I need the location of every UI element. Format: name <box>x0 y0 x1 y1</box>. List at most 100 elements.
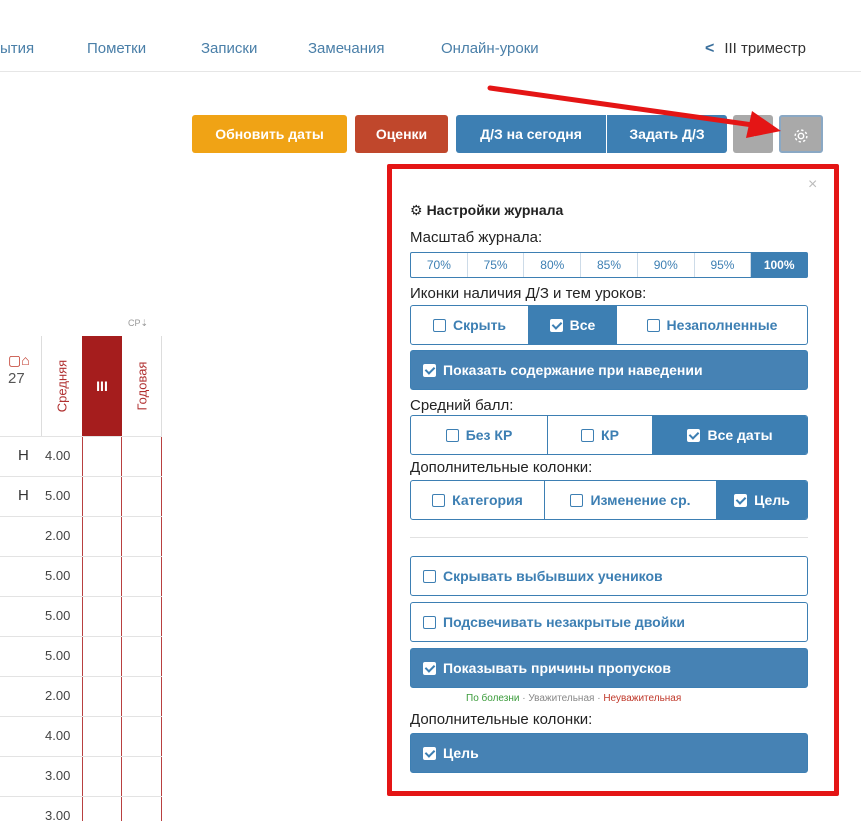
column-term-label: III <box>96 378 108 394</box>
extra-columns-label: Дополнительные колонки: <box>410 459 593 476</box>
scale-label: Масштаб журнала: <box>410 229 543 246</box>
avg-option-no-kr[interactable]: Без КР <box>411 416 548 454</box>
icons-selector: Скрыть Все Незаполненные <box>410 305 808 345</box>
goal-toggle[interactable]: Цель <box>410 733 808 773</box>
assign-hw-button[interactable]: Задать Д/З <box>607 115 727 153</box>
scale-option[interactable]: 85% <box>581 253 638 277</box>
scale-selector: 70% 75% 80% 85% 90% 95% 100% <box>410 252 808 278</box>
tab-online-lessons[interactable]: Онлайн-уроки <box>441 40 539 57</box>
table-row: 5.00 <box>0 596 162 636</box>
hw-today-button[interactable]: Д/З на сегодня <box>456 115 606 153</box>
scale-option[interactable]: 70% <box>411 253 468 277</box>
average-value: 4.00 <box>45 448 71 463</box>
tab-messages[interactable]: Записки <box>201 40 257 57</box>
table-row: 4.00 <box>0 716 162 756</box>
gear-icon <box>794 129 808 143</box>
average-value: 3.00 <box>45 808 71 821</box>
goal-label: Цель <box>443 745 479 761</box>
icons-option-label: Незаполненные <box>666 317 778 333</box>
extra-option-label: Изменение ср. <box>590 492 691 508</box>
checkbox-checked-icon <box>549 318 563 332</box>
hide-left-students-toggle[interactable]: Скрывать выбывших учеников <box>410 556 808 596</box>
export-button[interactable]: ▫ <box>733 115 773 153</box>
divider <box>410 537 808 538</box>
date-header: 27 <box>8 370 25 387</box>
scale-option[interactable]: 95% <box>695 253 752 277</box>
column-year-label: Годовая <box>134 361 149 411</box>
scale-option[interactable]: 90% <box>638 253 695 277</box>
show-content-toggle[interactable]: Показать содержание при наведении <box>410 350 808 390</box>
scale-option[interactable]: 75% <box>468 253 525 277</box>
avg-option-kr[interactable]: КР <box>548 416 653 454</box>
extra-option-category[interactable]: Категория <box>411 481 545 519</box>
checkbox-checked-icon <box>734 493 748 507</box>
checkbox-checked-icon <box>687 428 701 442</box>
cp-label: СР⇣ <box>128 318 149 328</box>
highlight-twos-label: Подсвечивать незакрытые двойки <box>443 614 685 630</box>
extra-columns-selector: Категория Изменение ср. Цель <box>410 480 808 520</box>
checkbox-icon <box>432 493 446 507</box>
checkbox-icon <box>570 493 584 507</box>
checkbox-icon <box>581 428 595 442</box>
avg-option-label: Все даты <box>707 427 773 443</box>
column-term-header[interactable]: III <box>82 336 122 436</box>
table-row: 3.00 <box>0 756 162 796</box>
average-value: 5.00 <box>45 568 71 583</box>
panel-title-text: Настройки журнала <box>426 202 564 218</box>
show-reasons-toggle[interactable]: Показывать причины пропусков <box>410 648 808 688</box>
tab-remarks[interactable]: Замечания <box>308 40 385 57</box>
average-value: 5.00 <box>45 648 71 663</box>
table-row: 2.00 <box>0 516 162 556</box>
term-selector[interactable]: < III триместр <box>705 40 806 58</box>
icons-option-all[interactable]: Все <box>529 306 617 344</box>
checkbox-icon <box>423 569 436 583</box>
table-row: 2.00 <box>0 676 162 716</box>
extra-option-avg-change[interactable]: Изменение ср. <box>545 481 717 519</box>
grade-mark[interactable]: Н <box>18 447 29 464</box>
average-value: 5.00 <box>45 488 71 503</box>
table-row: 3.00 <box>0 796 162 821</box>
highlight-twos-toggle[interactable]: Подсвечивать незакрытые двойки <box>410 602 808 642</box>
show-reasons-label: Показывать причины пропусков <box>443 660 671 676</box>
scale-option[interactable]: 80% <box>524 253 582 277</box>
update-dates-button[interactable]: Обновить даты <box>192 115 347 153</box>
checkbox-icon <box>423 615 436 629</box>
avg-option-label: КР <box>601 427 619 443</box>
top-nav: ытия Пометки Записки Замечания Онлайн-ур… <box>0 0 861 72</box>
show-content-label: Показать содержание при наведении <box>443 362 703 378</box>
tab-events[interactable]: ытия <box>0 40 34 57</box>
column-average-header[interactable]: Средняя <box>41 336 82 436</box>
separator: · <box>594 693 604 704</box>
checkbox-icon <box>646 318 660 332</box>
icons-option-hide[interactable]: Скрыть <box>411 306 529 344</box>
checkbox-icon <box>445 428 459 442</box>
extra-option-label: Цель <box>754 492 790 508</box>
icons-option-label: Все <box>569 317 596 333</box>
document-icon: ▫ <box>750 126 756 142</box>
chevron-left-icon[interactable]: < <box>705 40 714 57</box>
avg-option-label: Без КР <box>465 427 513 443</box>
extra-columns-label-2: Дополнительные колонки: <box>410 711 593 728</box>
average-value: 3.00 <box>45 768 71 783</box>
avg-selector: Без КР КР Все даты <box>410 415 808 455</box>
column-year-header[interactable]: Годовая <box>122 336 162 436</box>
tab-notes[interactable]: Пометки <box>87 40 146 57</box>
gear-icon: ⚙ <box>410 202 423 218</box>
icons-option-empty[interactable]: Незаполненные <box>617 306 807 344</box>
avg-option-all-dates[interactable]: Все даты <box>653 416 807 454</box>
extra-option-label: Категория <box>452 492 523 508</box>
close-icon[interactable]: × <box>808 176 817 194</box>
homework-icons: ▢⌂ <box>8 352 30 368</box>
table-row: 5.00 <box>0 636 162 676</box>
reason-excused: Уважительная <box>528 693 595 704</box>
extra-option-goal[interactable]: Цель <box>717 481 807 519</box>
average-value: 4.00 <box>45 728 71 743</box>
grades-button[interactable]: Оценки <box>355 115 448 153</box>
grade-mark[interactable]: Н <box>18 487 29 504</box>
term-label: III триместр <box>724 40 806 57</box>
scale-option-selected[interactable]: 100% <box>751 253 808 277</box>
icons-label: Иконки наличия Д/З и тем уроков: <box>410 285 647 302</box>
icons-option-label: Скрыть <box>452 317 507 333</box>
avg-label: Средний балл: <box>410 397 514 414</box>
settings-button[interactable] <box>779 115 823 153</box>
